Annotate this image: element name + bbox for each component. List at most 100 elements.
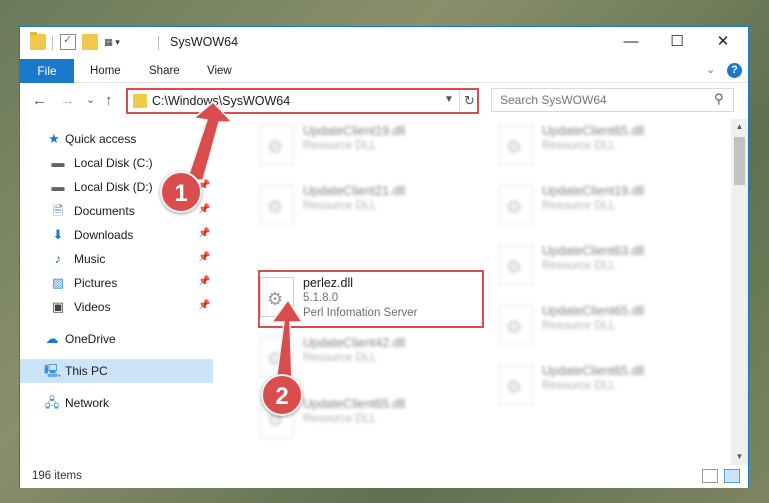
file-item[interactable]: UpdateClient65.dll Resource DLL (486, 299, 716, 349)
search-box[interactable]: ⚲ (491, 88, 734, 112)
dll-file-icon (499, 245, 533, 285)
sidebar-item-label: Videos (74, 300, 111, 314)
address-bar[interactable]: C:\Windows\SysWOW64 ▼ ↻ (126, 88, 479, 114)
file-description: Resource DLL (542, 200, 616, 212)
title-bar: ▦ ▾ SysWOW64 — ☐ ✕ (20, 27, 748, 59)
file-description: Resource DLL (303, 413, 377, 425)
file-name: UpdateClient65.dll (303, 397, 406, 411)
music-icon: ♪ (54, 251, 62, 266)
help-icon[interactable]: ? (727, 63, 742, 78)
pin-icon[interactable]: 📌 (198, 228, 210, 239)
document-icon: 🗎 (52, 203, 64, 218)
minimize-button[interactable]: — (608, 27, 654, 59)
pin-icon[interactable]: 📌 (198, 204, 210, 215)
new-folder-icon[interactable] (82, 34, 98, 50)
refresh-icon[interactable]: ↻ (459, 90, 479, 112)
scrollbar-thumb[interactable] (734, 137, 745, 185)
pin-icon[interactable]: 📌 (198, 276, 210, 287)
forward-button[interactable]: → (60, 92, 75, 109)
search-icon[interactable]: ⚲ (714, 91, 724, 107)
sidebar-item-videos[interactable]: ▣ Videos 📌 (20, 295, 213, 319)
computer-icon: 🖳 (44, 363, 62, 378)
sidebar-item-label: Quick access (65, 132, 137, 146)
address-path[interactable]: C:\Windows\SysWOW64 (152, 94, 290, 108)
ribbon-tabs: File Home Share View ⌄ ? (20, 59, 748, 83)
item-count: 196 items (32, 470, 82, 482)
sidebar-item-network[interactable]: 🖧 Network (20, 391, 213, 415)
file-description: Resource DLL (303, 140, 377, 152)
highlight-box (258, 270, 484, 328)
dll-file-icon (260, 185, 294, 225)
tab-view[interactable]: View (207, 59, 232, 83)
dll-file-icon (499, 185, 533, 225)
scroll-down-icon[interactable]: ▼ (731, 449, 748, 465)
dll-file-icon (260, 337, 294, 377)
file-name: UpdateClient21.dll (303, 184, 406, 198)
drive-icon: ▬ (51, 155, 65, 170)
dll-file-icon (260, 125, 294, 165)
file-name: UpdateClient65.dll (542, 304, 645, 318)
star-icon: ★ (48, 131, 60, 146)
recent-locations-button[interactable]: ⌄ (86, 93, 95, 106)
window-title: SysWOW64 (170, 35, 239, 49)
vertical-scrollbar[interactable]: ▲ ▼ (731, 119, 748, 465)
file-description: Resource DLL (542, 260, 616, 272)
properties-icon[interactable] (60, 33, 76, 50)
sidebar-item-pictures[interactable]: ▨ Pictures 📌 (20, 271, 213, 295)
download-icon: ⬇ (52, 227, 64, 242)
picture-icon: ▨ (51, 275, 65, 290)
close-button[interactable]: ✕ (700, 27, 746, 59)
sidebar-item-label: Music (74, 252, 106, 266)
sidebar-item-downloads[interactable]: ⬇ Downloads 📌 (20, 223, 213, 247)
dll-file-icon (499, 305, 533, 345)
file-item[interactable]: UpdateClient21.dll Resource DLL (247, 179, 477, 229)
sidebar-item-onedrive[interactable]: ☁ OneDrive (20, 327, 213, 351)
file-name: UpdateClient42.dll (303, 336, 406, 350)
cloud-icon: ☁ (45, 331, 59, 346)
file-item[interactable]: UpdateClient19.dll Resource DLL (486, 179, 716, 229)
file-item[interactable]: UpdateClient65.dll Resource DLL (486, 119, 716, 169)
expand-ribbon-icon[interactable]: ⌄ (706, 63, 715, 76)
up-button[interactable]: ↑ (105, 92, 113, 109)
scroll-up-icon[interactable]: ▲ (731, 119, 748, 135)
dll-file-icon (499, 125, 533, 165)
file-item[interactable]: UpdateClient65.dll Resource DLL (486, 359, 716, 409)
large-icons-view-icon[interactable] (724, 469, 740, 483)
file-description: Resource DLL (303, 352, 377, 364)
status-bar: 196 items (20, 465, 748, 488)
folder-icon[interactable] (30, 32, 46, 50)
network-icon: 🖧 (44, 395, 60, 410)
file-item[interactable]: UpdateClient19.dll Resource DLL (247, 119, 477, 169)
file-description: Resource DLL (303, 200, 377, 212)
pin-icon[interactable]: 📌 (198, 300, 210, 311)
sidebar-item-label: OneDrive (65, 332, 116, 346)
sidebar-item-label: Network (65, 396, 110, 410)
tab-home[interactable]: Home (90, 59, 121, 83)
step-badge-1: 1 (160, 171, 202, 213)
back-button[interactable]: ← (32, 92, 47, 109)
drive-icon: ▬ (51, 179, 65, 194)
sidebar-item-this-pc[interactable]: 🖳 This PC (20, 359, 213, 383)
customize-toolbar-icon[interactable]: ▦ ▾ (104, 34, 120, 50)
toolbar-separator (52, 36, 53, 50)
sidebar-item-music[interactable]: ♪ Music 📌 (20, 247, 213, 271)
step-badge-2: 2 (261, 374, 303, 416)
sidebar-item-label: Local Disk (C:) (74, 156, 153, 170)
file-description: Resource DLL (542, 380, 616, 392)
search-input[interactable] (500, 93, 700, 107)
navigation-bar: ← → ⌄ ↑ C:\Windows\SysWOW64 ▼ ↻ ⚲ (20, 84, 748, 118)
file-name: UpdateClient65.dll (542, 124, 645, 138)
maximize-button[interactable]: ☐ (654, 27, 700, 59)
file-name: UpdateClient63.dll (542, 244, 645, 258)
sidebar-item-quick-access[interactable]: ★ Quick access (20, 127, 213, 151)
tab-file[interactable]: File (20, 59, 74, 83)
tab-share[interactable]: Share (149, 59, 180, 83)
file-name: UpdateClient65.dll (542, 364, 645, 378)
file-item[interactable]: UpdateClient63.dll Resource DLL (486, 239, 716, 289)
chevron-down-icon[interactable]: ▼ (444, 94, 454, 105)
details-view-icon[interactable] (702, 469, 718, 483)
pin-icon[interactable]: 📌 (198, 252, 210, 263)
sidebar-item-label: This PC (65, 364, 108, 378)
pin-icon[interactable]: 📌 (198, 156, 210, 167)
dll-file-icon (499, 365, 533, 405)
